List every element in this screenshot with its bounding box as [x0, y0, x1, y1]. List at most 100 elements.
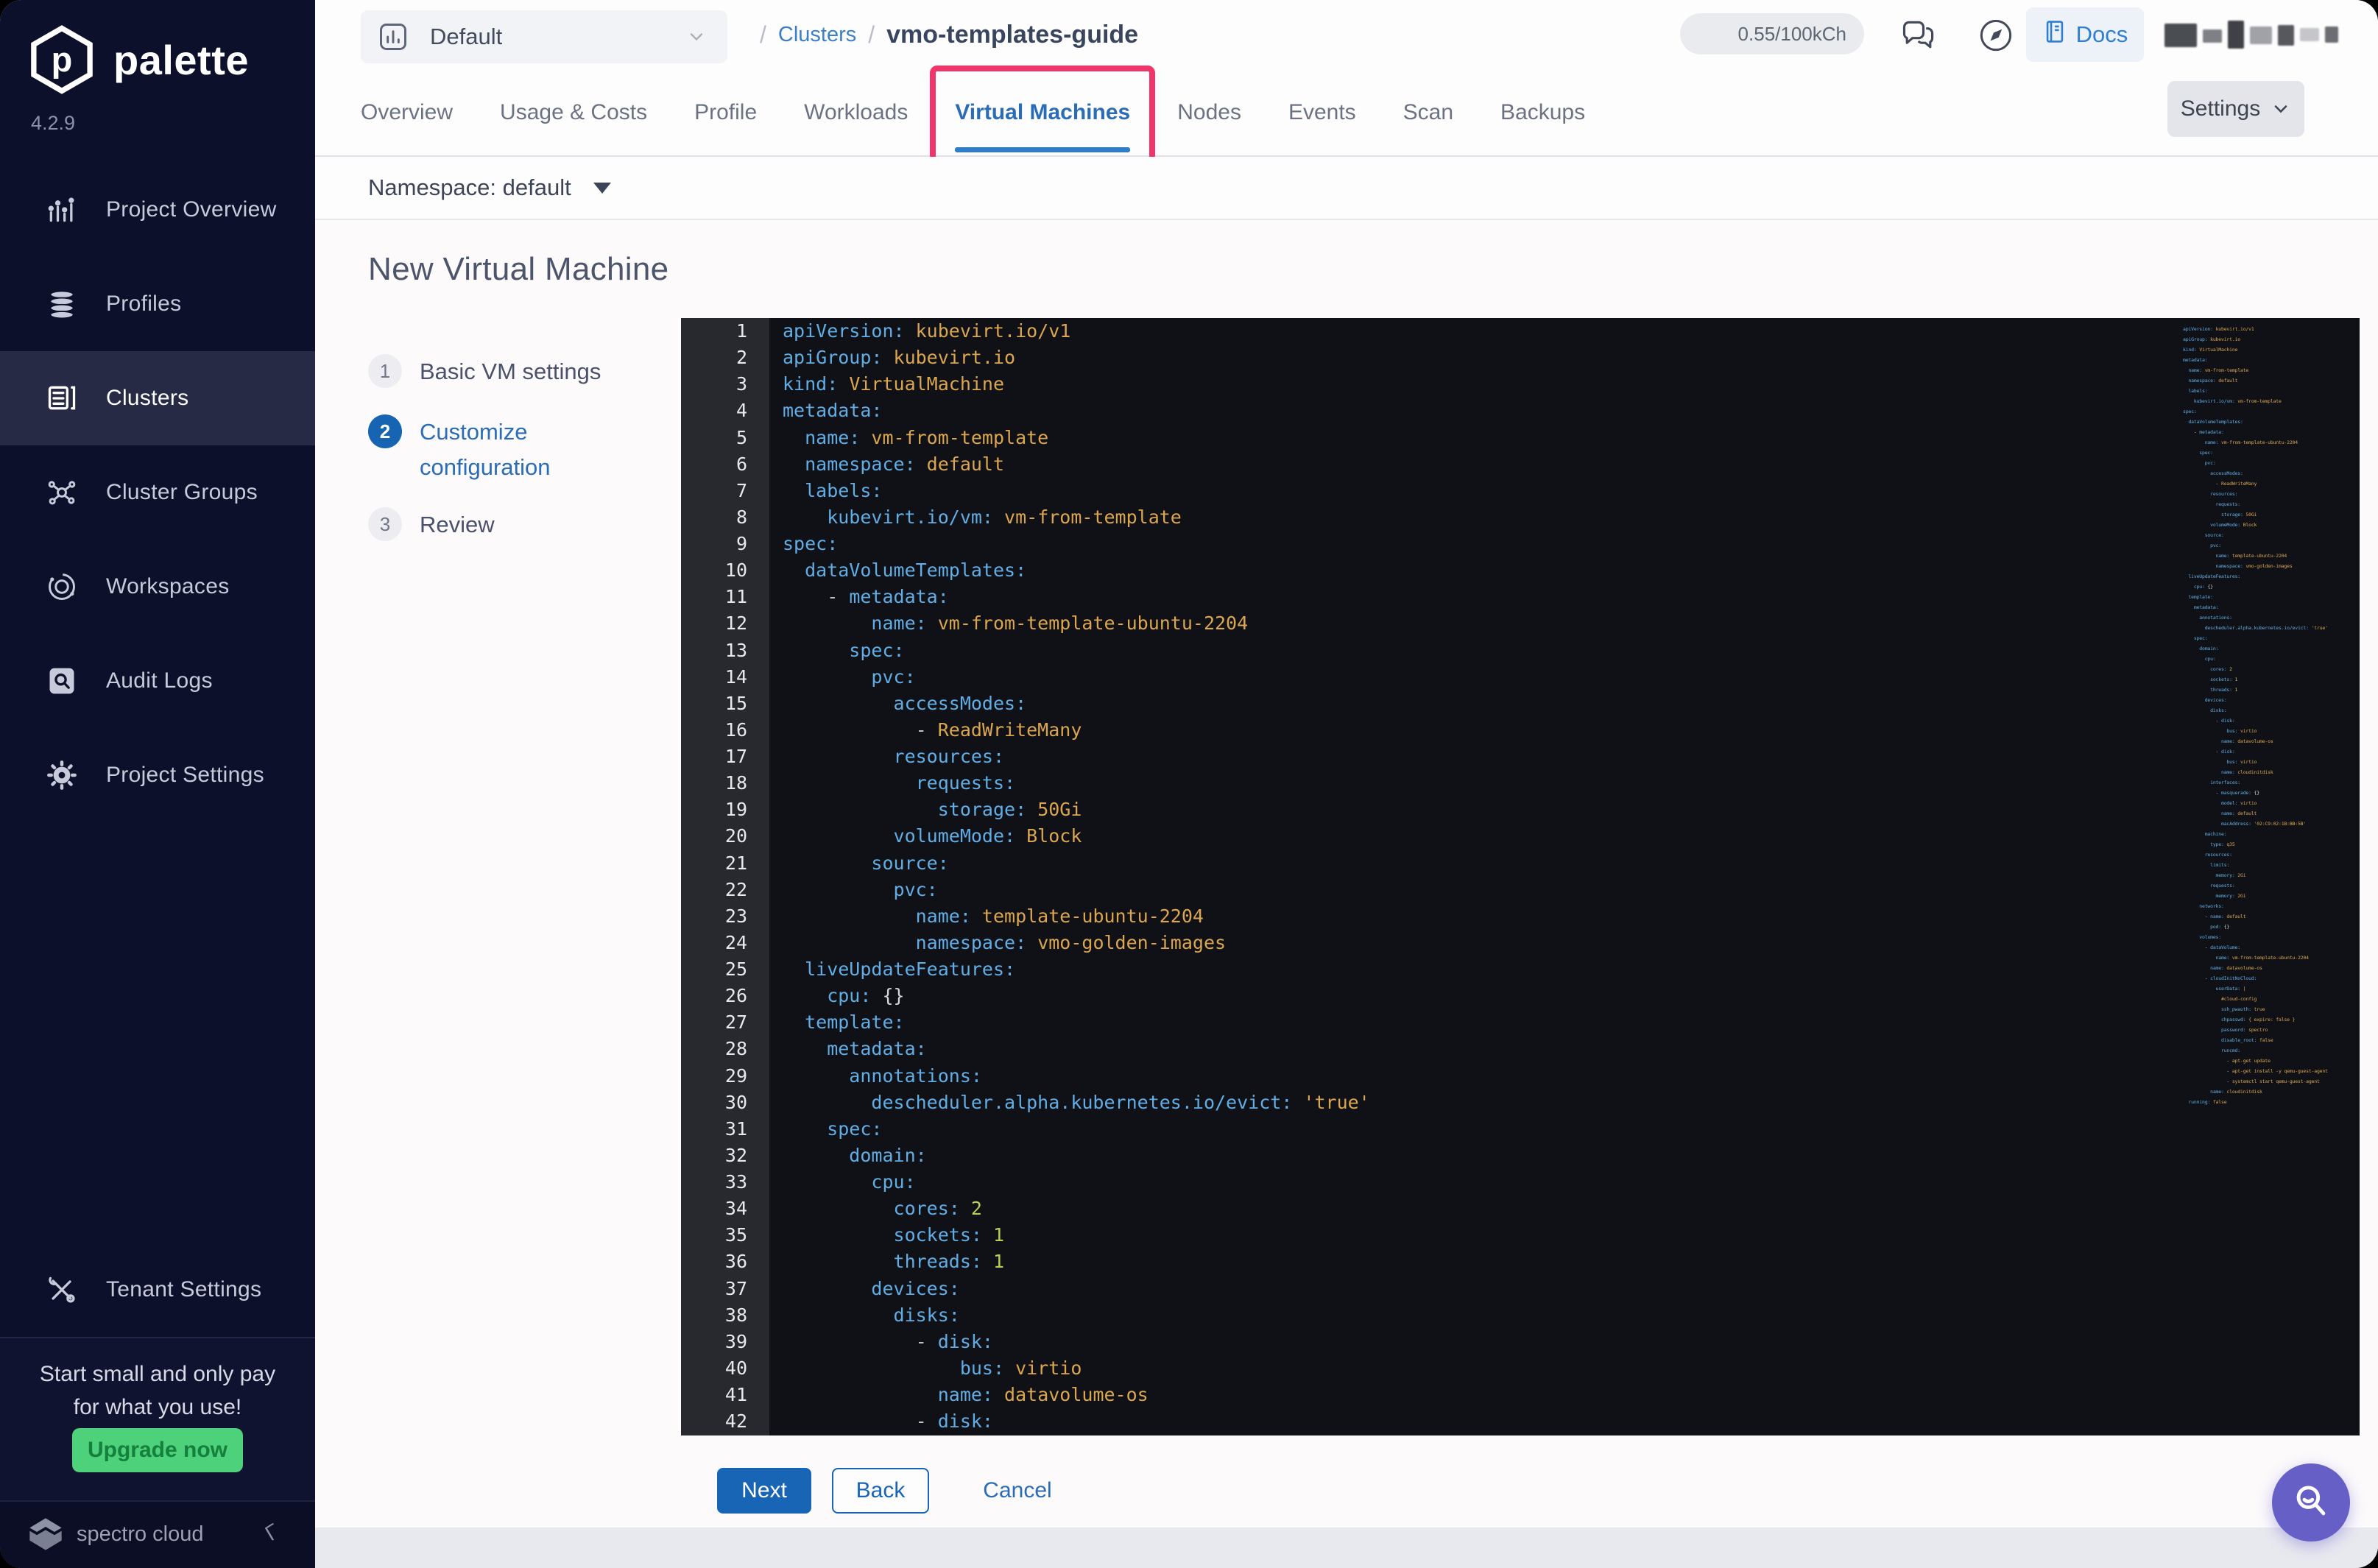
minimap-line: limits:: [2183, 862, 2230, 868]
sidebar-collapse-icon[interactable]: [258, 1521, 283, 1546]
breadcrumb-separator: /: [760, 21, 766, 48]
line-number: 20: [724, 825, 747, 847]
code-line: name: vm-from-template: [783, 426, 1049, 448]
minimap-line: resources:: [2183, 852, 2232, 858]
sidebar-footer: spectro cloud: [0, 1500, 315, 1568]
line-number: 27: [724, 1011, 747, 1034]
yaml-editor[interactable]: 1 2 3 4 5 6 7 8 9 10 11 12 13 14 15 16 17 18 19 20 21 22 23 24 2…: [681, 318, 2360, 1435]
line-number: 25: [724, 958, 747, 980]
line-number: 24: [724, 931, 747, 953]
line-number: 36: [724, 1251, 747, 1273]
code-line: requests:: [783, 772, 1016, 794]
minimap-line: name: vm-from-template: [2183, 367, 2249, 373]
minimap-line: - disk:: [2183, 749, 2235, 755]
tab-usage-costs[interactable]: Usage & Costs: [500, 70, 647, 155]
line-number: 31: [724, 1117, 747, 1140]
svg-text:p: p: [52, 40, 73, 79]
chat-icon[interactable]: [1899, 16, 1938, 54]
tab-label: Overview: [361, 100, 454, 124]
minimap-line: - ReadWriteMany: [2183, 481, 2257, 487]
code-line: accessModes:: [783, 692, 1027, 714]
tab-scan[interactable]: Scan: [1403, 70, 1453, 155]
back-button[interactable]: Back: [832, 1468, 929, 1514]
tab-label: Scan: [1403, 100, 1454, 124]
code-line: namespace: default: [783, 453, 1005, 475]
editor-minimap[interactable]: apiVersion: kubevirt.io/v1 apiGroup: kube…: [2183, 324, 2341, 1107]
namespace-selector[interactable]: Namespace: default: [368, 174, 571, 201]
tab-label: Usage & Costs: [500, 100, 648, 124]
tab-backups[interactable]: Backups: [1500, 70, 1585, 155]
compass-icon[interactable]: [1977, 17, 2014, 54]
dropdown-arrow-icon[interactable]: [593, 182, 611, 194]
line-number: 5: [735, 426, 747, 448]
minimap-line: kind: VirtualMachine: [2183, 347, 2238, 353]
minimap-line: password: spectro: [2183, 1027, 2268, 1033]
code-line: name: template-ubuntu-2204: [783, 905, 1204, 927]
tab-label: Events: [1288, 100, 1356, 124]
upgrade-now-button[interactable]: Upgrade now: [72, 1428, 243, 1472]
step-1-basic-vm-settings[interactable]: 1 Basic VM settings: [368, 354, 601, 389]
minimap-line: cpu: {}: [2183, 584, 2213, 590]
step-label: Basic VM settings: [420, 359, 601, 384]
code-line: template:: [783, 1011, 905, 1034]
breadcrumb-clusters-link[interactable]: Clusters: [778, 23, 856, 47]
minimap-line: source:: [2183, 532, 2224, 538]
tab-label: Workloads: [804, 100, 908, 124]
minimap-line: - apt-get install -y qemu-guest-agent: [2183, 1068, 2328, 1074]
step-label: Review: [420, 512, 495, 537]
sidebar-item-project-settings[interactable]: Project Settings: [0, 728, 315, 822]
sidebar-item-workspaces[interactable]: Workspaces: [0, 540, 315, 634]
cancel-button[interactable]: Cancel: [966, 1468, 1069, 1514]
sidebar-item-project-overview[interactable]: Project Overview: [0, 163, 315, 257]
sidebar-item-cluster-groups[interactable]: Cluster Groups: [0, 445, 315, 540]
line-number: 14: [724, 665, 747, 688]
sidebar-item-clusters[interactable]: Clusters: [0, 351, 315, 445]
brand-logo[interactable]: p palette: [29, 25, 249, 94]
minimap-line: model: virtio: [2183, 800, 2257, 806]
chevron-down-icon: [2274, 105, 2287, 113]
brand-name: palette: [113, 36, 249, 83]
tab-virtual-machines[interactable]: Virtual Machines: [930, 66, 1156, 167]
code-line: cpu: {}: [783, 985, 905, 1007]
docs-button-label: Docs: [2075, 21, 2128, 47]
minimap-line: apiVersion: kubevirt.io/v1: [2183, 326, 2254, 332]
minimap-line: memory: 2Gi: [2183, 872, 2246, 878]
tab-workloads[interactable]: Workloads: [804, 70, 908, 155]
minimap-line: pvc:: [2183, 460, 2216, 466]
settings-button[interactable]: Settings: [2167, 81, 2304, 137]
minimap-line: pvc:: [2183, 543, 2221, 548]
project-selector[interactable]: Default: [361, 10, 727, 63]
search-help-fab[interactable]: [2272, 1463, 2350, 1541]
sidebar-item-profiles[interactable]: Profiles: [0, 257, 315, 351]
sidebar-item-audit-logs[interactable]: Audit Logs: [0, 634, 315, 728]
sidebar-item-tenant-settings[interactable]: Tenant Settings: [0, 1243, 315, 1337]
step-number-badge: 3: [368, 507, 402, 541]
code-line: - ReadWriteMany: [783, 718, 1082, 741]
minimap-line: - dataVolume:: [2183, 944, 2240, 950]
step-2-customize-configuration[interactable]: 2 Customize configuration: [368, 414, 551, 485]
tab-nodes[interactable]: Nodes: [1177, 70, 1241, 155]
tab-overview[interactable]: Overview: [361, 70, 453, 155]
line-number: 18: [724, 772, 747, 794]
step-3-review[interactable]: 3 Review: [368, 507, 495, 543]
minimap-line: macAddress: '02:C9:02:1B:BB:5B': [2183, 821, 2307, 827]
tab-events[interactable]: Events: [1288, 70, 1356, 155]
breadcrumb: / Clusters / vmo-templates-guide: [748, 0, 1138, 70]
tab-profile[interactable]: Profile: [694, 70, 757, 155]
minimap-line: name: datavolume-os: [2183, 965, 2262, 971]
sidebar-item-label: Profiles: [106, 292, 182, 316]
minimap-line: name: vm-from-template-ubuntu-2204: [2183, 439, 2298, 445]
minimap-line: interfaces:: [2183, 780, 2240, 785]
minimap-line: dataVolumeTemplates:: [2183, 419, 2243, 425]
minimap-line: name: template-ubuntu-2204: [2183, 553, 2287, 559]
docs-button[interactable]: Docs: [2026, 7, 2144, 62]
minimap-line: name: cloudinitdisk: [2183, 1089, 2262, 1095]
palette-app-window: p palette 4.2.9 Project Overview Profiles…: [0, 0, 2378, 1568]
minimap-line: name: cloudinitdisk: [2183, 769, 2273, 775]
code-content[interactable]: apiVersion: kubevirt.io/v1 apiGroup: kube…: [783, 318, 2360, 1435]
sidebar-item-label: Project Settings: [106, 763, 264, 787]
spectro-cloud-brand: spectro cloud: [77, 1522, 204, 1546]
line-number: 41: [724, 1384, 747, 1405]
next-button[interactable]: Next: [717, 1468, 811, 1514]
line-number-gutter: 1 2 3 4 5 6 7 8 9 10 11 12 13 14 15 16 17 18 19 20 21 22 23 24 2…: [681, 318, 769, 1435]
